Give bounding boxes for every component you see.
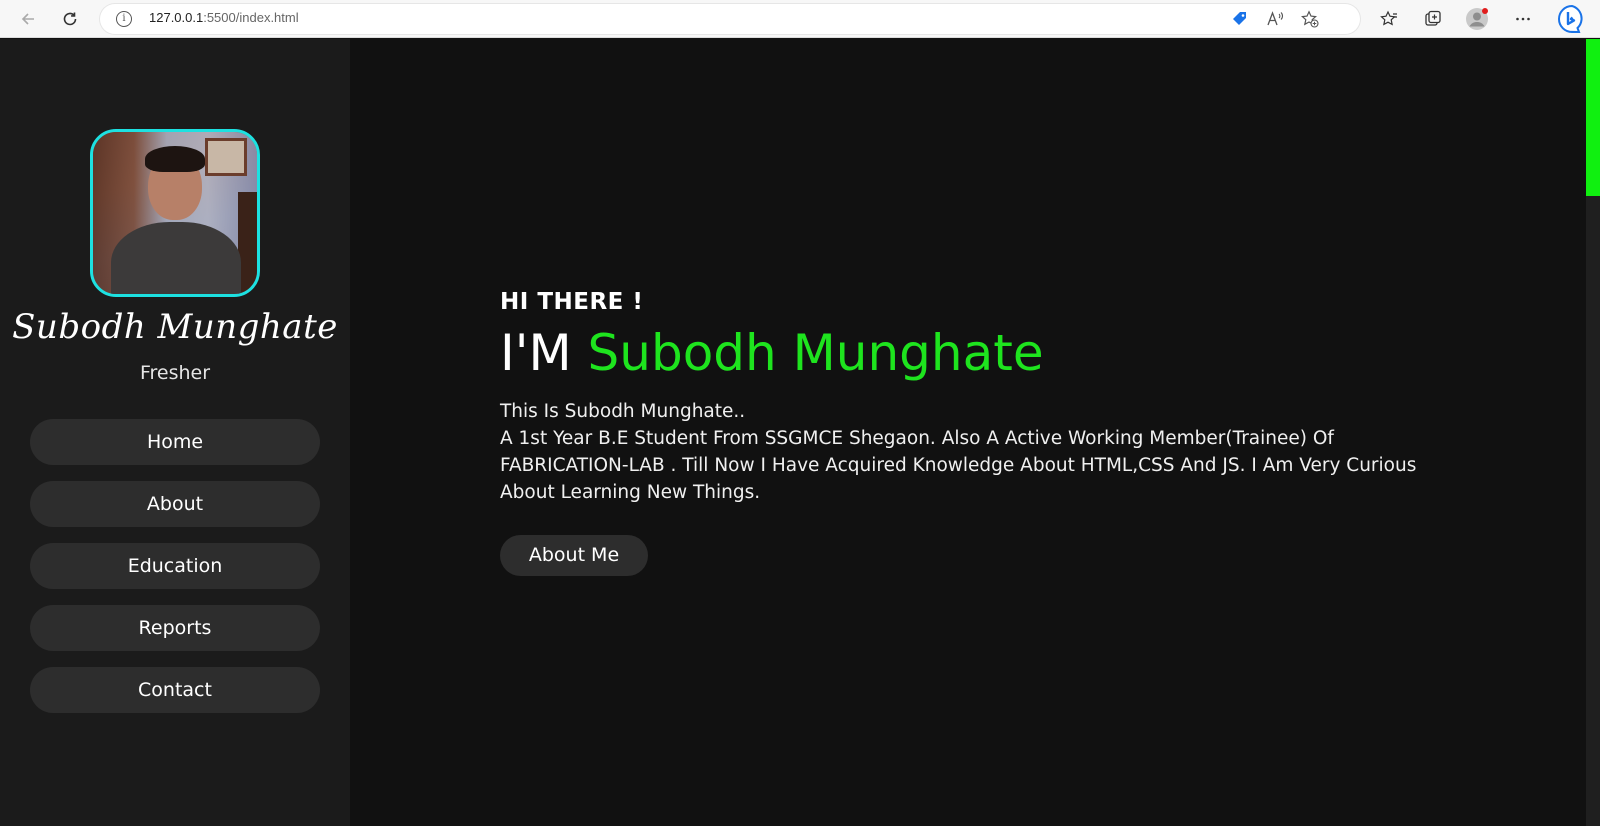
add-favorite-icon[interactable]: [1300, 9, 1320, 29]
hero-bio: This Is Subodh Munghate.. A 1st Year B.E…: [500, 398, 1450, 506]
sidebar: Subodh Munghate Fresher Home About Educa…: [0, 39, 350, 826]
avatar: [90, 129, 260, 297]
sidebar-role: Fresher: [139, 362, 211, 384]
hero-prefix: I'M: [500, 324, 572, 382]
favorites-icon[interactable]: [1375, 5, 1403, 33]
collections-icon[interactable]: [1419, 5, 1447, 33]
browser-toolbar: i 127.0.0.1:5500/index.html: [0, 0, 1600, 38]
sidebar-name: Subodh Munghate: [12, 307, 338, 347]
back-arrow-icon[interactable]: [14, 5, 42, 33]
hero-headline: I'M Subodh Munghate: [500, 324, 1044, 382]
scrollbar-thumb[interactable]: [1586, 39, 1600, 196]
address-bar[interactable]: i 127.0.0.1:5500/index.html: [100, 4, 1360, 34]
sidebar-nav: Home About Education Reports Contact: [30, 419, 320, 729]
bio-line-1: This Is Subodh Munghate..: [500, 401, 746, 422]
sidebar-item-education[interactable]: Education: [30, 543, 320, 589]
about-me-button[interactable]: About Me: [500, 535, 648, 576]
main-content: HI THERE ! I'M Subodh Munghate This Is S…: [350, 39, 1582, 826]
hero-name: Subodh Munghate: [587, 324, 1044, 382]
url-text: 127.0.0.1:5500/index.html: [149, 10, 299, 25]
greeting: HI THERE !: [500, 289, 644, 315]
more-icon[interactable]: [1509, 5, 1537, 33]
info-icon[interactable]: i: [116, 11, 132, 27]
sidebar-item-about[interactable]: About: [30, 481, 320, 527]
bio-line-2: A 1st Year B.E Student From SSGMCE Shega…: [500, 428, 1417, 503]
refresh-icon[interactable]: [56, 5, 84, 33]
sidebar-item-contact[interactable]: Contact: [30, 667, 320, 713]
sidebar-item-home[interactable]: Home: [30, 419, 320, 465]
bing-icon[interactable]: [1556, 3, 1588, 35]
shopping-tag-icon[interactable]: [1230, 9, 1250, 29]
sidebar-item-reports[interactable]: Reports: [30, 605, 320, 651]
read-aloud-icon[interactable]: [1265, 9, 1285, 29]
profile-icon[interactable]: [1463, 5, 1491, 33]
